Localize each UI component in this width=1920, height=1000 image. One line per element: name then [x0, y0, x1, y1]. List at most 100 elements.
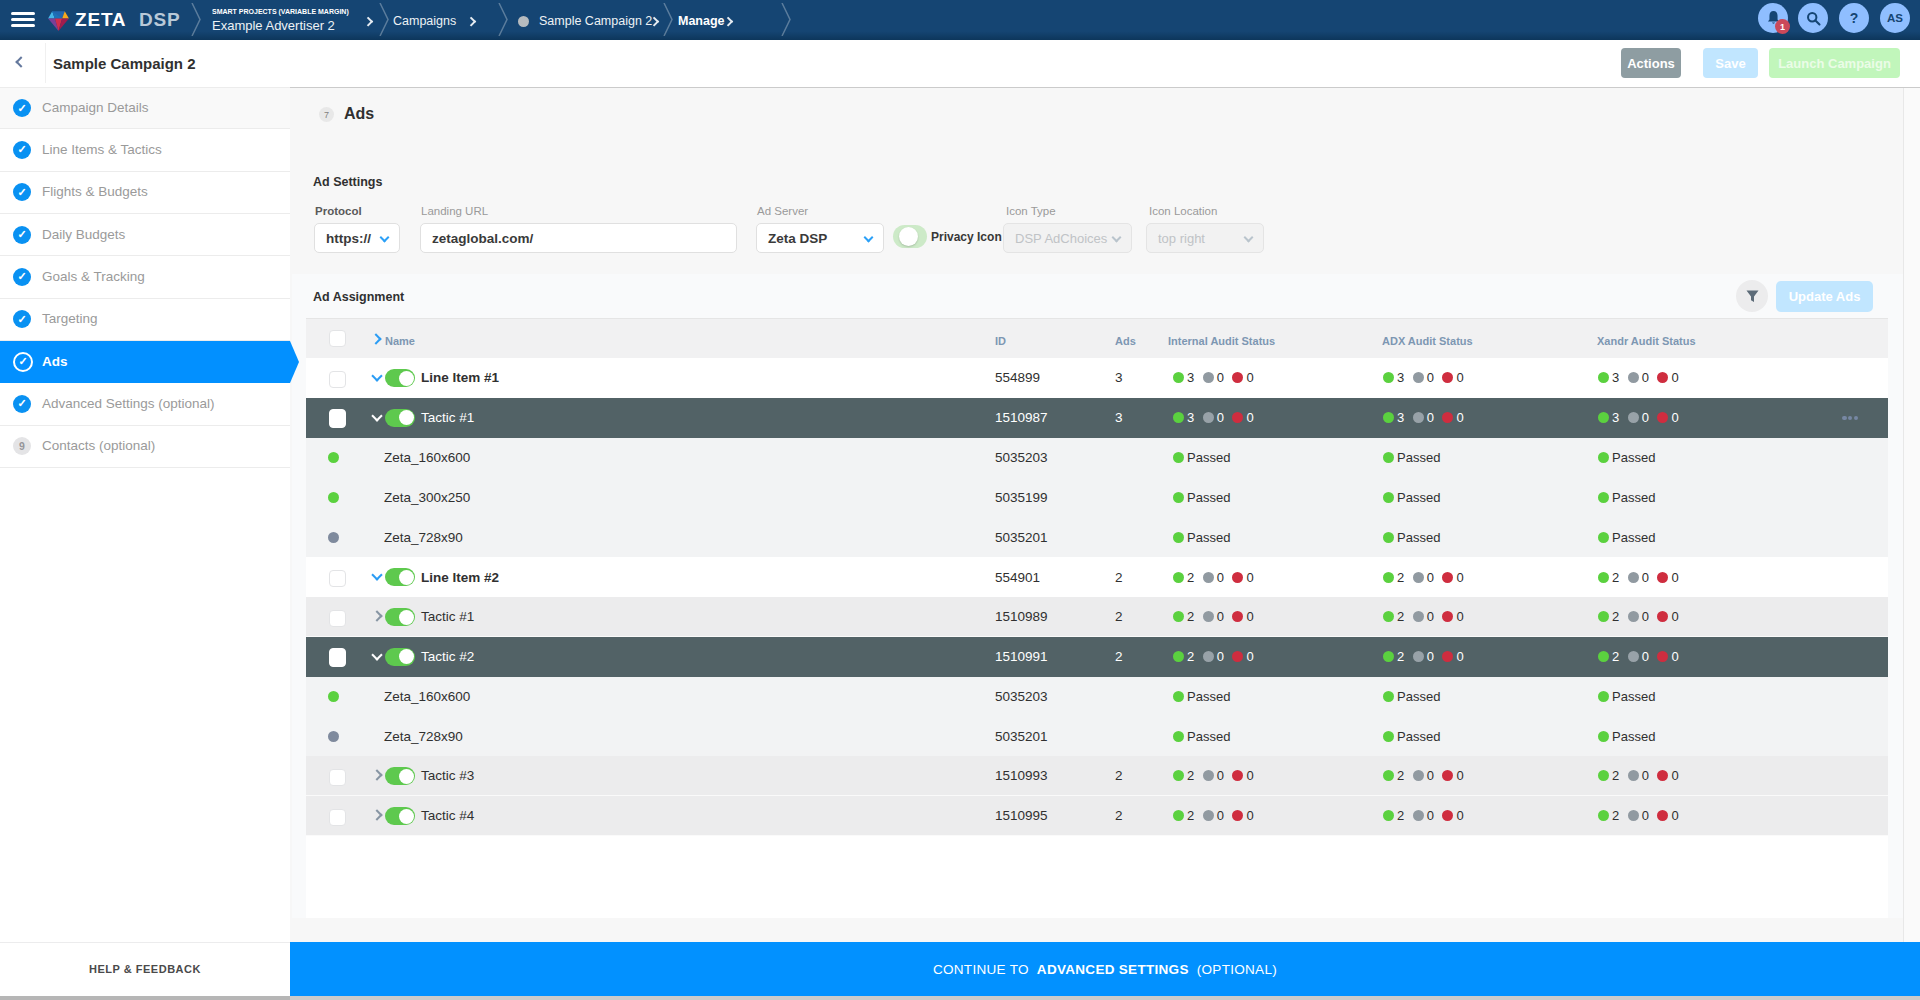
brand-dsp: DSP: [139, 9, 180, 31]
status-count: 0: [1456, 609, 1463, 624]
ad-row[interactable]: Zeta_728x905035201PassedPassedPassed: [306, 517, 1888, 557]
sidebar-item-daily-budgets[interactable]: ✓Daily Budgets: [0, 214, 290, 256]
tactic-row[interactable]: Tactic #415109952200200200: [306, 796, 1888, 836]
search-button[interactable]: [1798, 3, 1828, 33]
red-status-dot: [1232, 810, 1243, 821]
ad-settings-label: Ad Settings: [313, 175, 382, 189]
sidebar-item-advanced-settings-optional[interactable]: ✓Advanced Settings (optional): [0, 383, 290, 425]
status-text: Passed: [1187, 450, 1230, 465]
chevron-down-icon[interactable]: [371, 370, 382, 381]
lineitem-row[interactable]: Line Item #15548993300300300: [306, 358, 1888, 398]
status-count: 0: [1642, 649, 1649, 664]
gray-status-dot: [1203, 412, 1214, 423]
breadcrumb-campaign[interactable]: Sample Campaign 2: [539, 14, 652, 28]
icon-type-select[interactable]: DSP AdChoices: [1003, 223, 1132, 253]
breadcrumb-campaigns[interactable]: Campaigns: [393, 14, 456, 28]
protocol-select[interactable]: https://: [314, 223, 400, 253]
sidebar-item-line-items-tactics[interactable]: ✓Line Items & Tactics: [0, 129, 290, 171]
enabled-toggle[interactable]: [385, 767, 415, 785]
breadcrumb-advertiser[interactable]: SMART PROJECTS (VARIABLE MARGIN) Example…: [212, 8, 349, 33]
sidebar-item-contacts-optional[interactable]: 9Contacts (optional): [0, 426, 290, 468]
chevron-right-icon[interactable]: [371, 610, 382, 621]
tactic-row[interactable]: Tactic #115109873300300300: [306, 398, 1888, 438]
user-avatar[interactable]: AS: [1880, 3, 1910, 33]
tactic-row[interactable]: Tactic #315109932200200200: [306, 756, 1888, 796]
ad-server-select[interactable]: Zeta DSP: [756, 223, 884, 253]
sidebar-item-ads[interactable]: ✓Ads: [0, 341, 290, 383]
green-status-dot: [1598, 810, 1609, 821]
landing-url-input[interactable]: zetaglobal.com/: [420, 223, 737, 253]
zeta-logo-icon[interactable]: [46, 8, 71, 33]
ad-row[interactable]: Zeta_728x905035201PassedPassedPassed: [306, 717, 1888, 757]
back-button[interactable]: [15, 56, 26, 67]
row-checkbox[interactable]: [329, 769, 346, 786]
status-count: 0: [1642, 808, 1649, 823]
row-checkbox[interactable]: [329, 648, 346, 667]
green-status-dot: [1173, 412, 1184, 423]
row-menu-button[interactable]: [1842, 416, 1858, 421]
sidebar-item-campaign-details[interactable]: ✓Campaign Details: [0, 87, 290, 129]
status-count: 2: [1612, 649, 1619, 664]
status-text: Passed: [1187, 490, 1230, 505]
row-checkbox[interactable]: [329, 570, 346, 587]
breadcrumb-manage[interactable]: Manage: [678, 14, 725, 28]
launch-campaign-button[interactable]: Launch Campaign: [1769, 48, 1900, 78]
enabled-toggle[interactable]: [385, 648, 415, 666]
help-button[interactable]: ?: [1839, 3, 1869, 33]
enabled-toggle[interactable]: [385, 608, 415, 626]
continue-button[interactable]: CONTINUE TO ADVANCED SETTINGS (OPTIONAL): [290, 942, 1920, 996]
status-count: 0: [1217, 370, 1224, 385]
status-text: Passed: [1612, 729, 1655, 744]
lineitem-row[interactable]: Line Item #25549012200200200: [306, 557, 1888, 597]
chevron-down-icon[interactable]: [371, 649, 382, 660]
ad-row[interactable]: Zeta_300x2505035199PassedPassedPassed: [306, 478, 1888, 518]
tactic-row[interactable]: Tactic #115109892200200200: [306, 597, 1888, 637]
row-checkbox[interactable]: [329, 409, 346, 428]
actions-button[interactable]: Actions: [1621, 48, 1681, 78]
ad-row[interactable]: Zeta_160x6005035203PassedPassedPassed: [306, 438, 1888, 478]
enabled-toggle[interactable]: [385, 369, 415, 387]
sidebar-item-flights-budgets[interactable]: ✓Flights & Budgets: [0, 172, 290, 214]
status-text: Passed: [1397, 450, 1440, 465]
update-ads-button[interactable]: Update Ads: [1776, 281, 1873, 312]
status-text: Passed: [1187, 530, 1230, 545]
enabled-toggle[interactable]: [385, 568, 415, 586]
icon-location-select[interactable]: top right: [1146, 223, 1264, 253]
scrollbar-track[interactable]: [1903, 88, 1920, 942]
green-status-dot: [1383, 492, 1394, 503]
chevron-right-icon[interactable]: [371, 770, 382, 781]
tactic-row[interactable]: Tactic #215109912200200200: [306, 637, 1888, 677]
enabled-toggle[interactable]: [385, 409, 415, 427]
audit-status: Passed: [1383, 517, 1440, 557]
status-count: 0: [1427, 768, 1434, 783]
red-status-dot: [1657, 810, 1668, 821]
save-button[interactable]: Save: [1703, 48, 1758, 78]
ad-row[interactable]: Zeta_160x6005035203PassedPassedPassed: [306, 677, 1888, 717]
chevron-down-icon[interactable]: [371, 570, 382, 581]
privacy-icon-toggle[interactable]: [893, 225, 927, 248]
sidebar-item-targeting[interactable]: ✓Targeting: [0, 299, 290, 341]
hamburger-menu-icon[interactable]: [11, 12, 35, 27]
select-all-checkbox[interactable]: [329, 330, 346, 347]
red-status-dot: [1232, 770, 1243, 781]
check-circle-icon: ✓: [13, 310, 31, 328]
green-status-dot: [1598, 372, 1609, 383]
row-checkbox[interactable]: [329, 610, 346, 627]
gray-status-dot: [1203, 810, 1214, 821]
table-footer-space: [306, 836, 1888, 918]
sidebar-item-goals-tracking[interactable]: ✓Goals & Tracking: [0, 256, 290, 298]
status-count: 2: [1612, 808, 1619, 823]
row-checkbox[interactable]: [329, 371, 346, 388]
tactic-id: 1510989: [995, 597, 1048, 636]
filter-button[interactable]: [1736, 280, 1768, 312]
gray-status-dot: [1203, 572, 1214, 583]
chevron-down-icon[interactable]: [371, 410, 382, 421]
status-count: 2: [1397, 768, 1404, 783]
status-count: 0: [1246, 808, 1253, 823]
help-feedback-link[interactable]: HELP & FEEDBACK: [0, 942, 290, 995]
audit-status: Passed: [1598, 717, 1655, 757]
row-checkbox[interactable]: [329, 809, 346, 826]
expand-all-chevron[interactable]: [370, 333, 381, 344]
chevron-right-icon[interactable]: [371, 810, 382, 821]
enabled-toggle[interactable]: [385, 807, 415, 825]
